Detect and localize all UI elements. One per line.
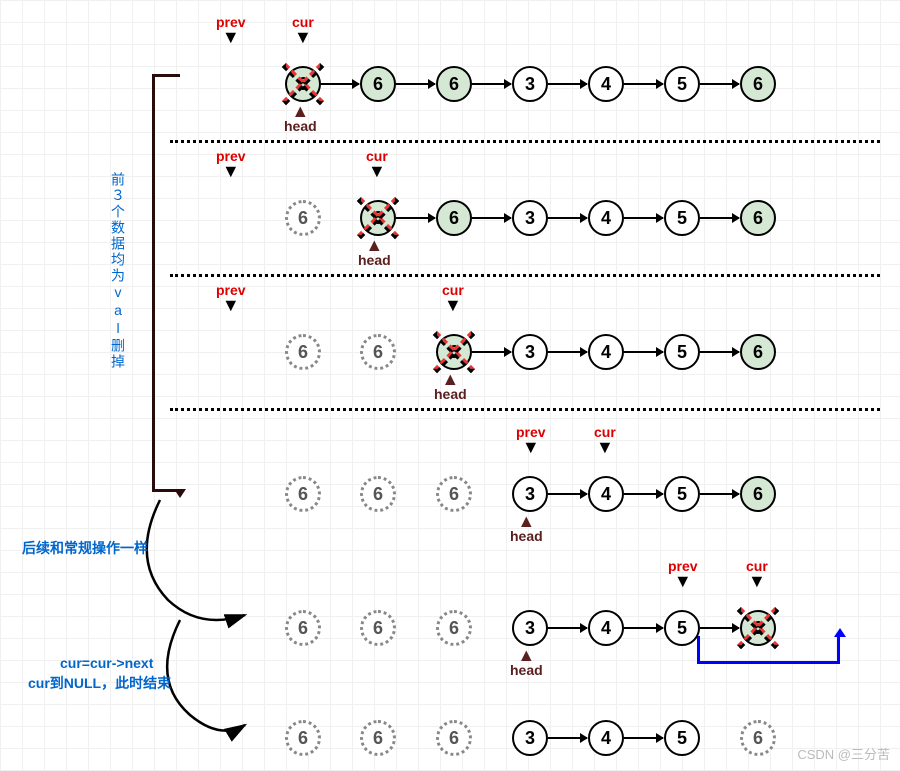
node: 6: [285, 476, 321, 512]
node: 6: [436, 334, 472, 370]
node: 6: [740, 334, 776, 370]
head-pointer: ▲head: [358, 242, 391, 268]
node: 6: [360, 610, 396, 646]
cur-pointer: cur▼: [292, 14, 314, 42]
node: 6: [740, 66, 776, 102]
link-arrow: [548, 627, 587, 629]
note-next1: cur=cur->next: [60, 655, 153, 671]
node: 3: [512, 334, 548, 370]
node: 6: [436, 66, 472, 102]
link-arrow: [700, 351, 739, 353]
divider: [170, 140, 880, 143]
node: 4: [588, 66, 624, 102]
node: 6: [436, 720, 472, 756]
link-arrow: [396, 83, 435, 85]
watermark: CSDN @三分苦: [797, 744, 890, 763]
head-pointer: ▲head: [434, 376, 467, 402]
link-arrow: [321, 83, 359, 85]
node: 5: [664, 66, 700, 102]
node: 6: [285, 334, 321, 370]
note-regular: 后续和常规操作一样: [22, 538, 148, 558]
cur-pointer: cur▼: [442, 282, 464, 310]
link-arrow: [700, 493, 739, 495]
link-arrow: [624, 83, 663, 85]
node: 3: [512, 720, 548, 756]
node: 3: [512, 610, 548, 646]
node: 3: [512, 200, 548, 236]
divider: [170, 274, 880, 277]
note-next2: cur到NULL，此时结束: [28, 673, 171, 693]
node: 6: [285, 66, 321, 102]
node: 5: [664, 610, 700, 646]
link-arrow: [548, 217, 587, 219]
link-arrow: [548, 351, 587, 353]
link-arrow: [624, 493, 663, 495]
link-arrow: [700, 217, 739, 219]
node: 5: [664, 334, 700, 370]
node: 5: [664, 476, 700, 512]
divider: [170, 408, 880, 411]
node: 3: [512, 476, 548, 512]
prev-pointer: prev▼: [216, 148, 246, 176]
node: 6: [360, 334, 396, 370]
prev-pointer: prev▼: [216, 282, 246, 310]
cur-pointer: cur▼: [746, 558, 768, 586]
node: 5: [664, 200, 700, 236]
node: 6: [360, 476, 396, 512]
node: 6: [740, 200, 776, 236]
node: 6: [740, 610, 776, 646]
link-arrow: [472, 351, 511, 353]
node: 6: [436, 200, 472, 236]
link-arrow: [624, 737, 663, 739]
link-arrow: [624, 217, 663, 219]
cur-pointer: cur▼: [594, 424, 616, 452]
link-arrow: [624, 627, 663, 629]
head-pointer: ▲head: [510, 652, 543, 678]
node: 3: [512, 66, 548, 102]
link-arrow: [472, 83, 511, 85]
link-arrow: [548, 493, 587, 495]
head-pointer: ▲head: [284, 108, 317, 134]
link-arrow: [700, 627, 739, 629]
blue-arrow: [834, 628, 846, 637]
link-arrow: [548, 83, 587, 85]
node: 4: [588, 334, 624, 370]
node: 6: [285, 200, 321, 236]
link-arrow: [548, 737, 587, 739]
node: 6: [285, 720, 321, 756]
node: 4: [588, 200, 624, 236]
node: 6: [360, 720, 396, 756]
prev-pointer: prev▼: [516, 424, 546, 452]
node: 4: [588, 720, 624, 756]
node: 4: [588, 476, 624, 512]
node: 6: [436, 476, 472, 512]
prev-pointer: prev▼: [216, 14, 246, 42]
node: 5: [664, 720, 700, 756]
node: 6: [436, 610, 472, 646]
link-arrow: [396, 217, 435, 219]
link-arrow: [472, 217, 511, 219]
node: 6: [285, 610, 321, 646]
node: 6: [740, 720, 776, 756]
node: 4: [588, 610, 624, 646]
link-arrow: [700, 83, 739, 85]
node: 6: [360, 200, 396, 236]
node: 6: [360, 66, 396, 102]
head-pointer: ▲head: [510, 518, 543, 544]
node: 6: [740, 476, 776, 512]
prev-pointer: prev▼: [668, 558, 698, 586]
cur-pointer: cur▼: [366, 148, 388, 176]
link-arrow: [624, 351, 663, 353]
